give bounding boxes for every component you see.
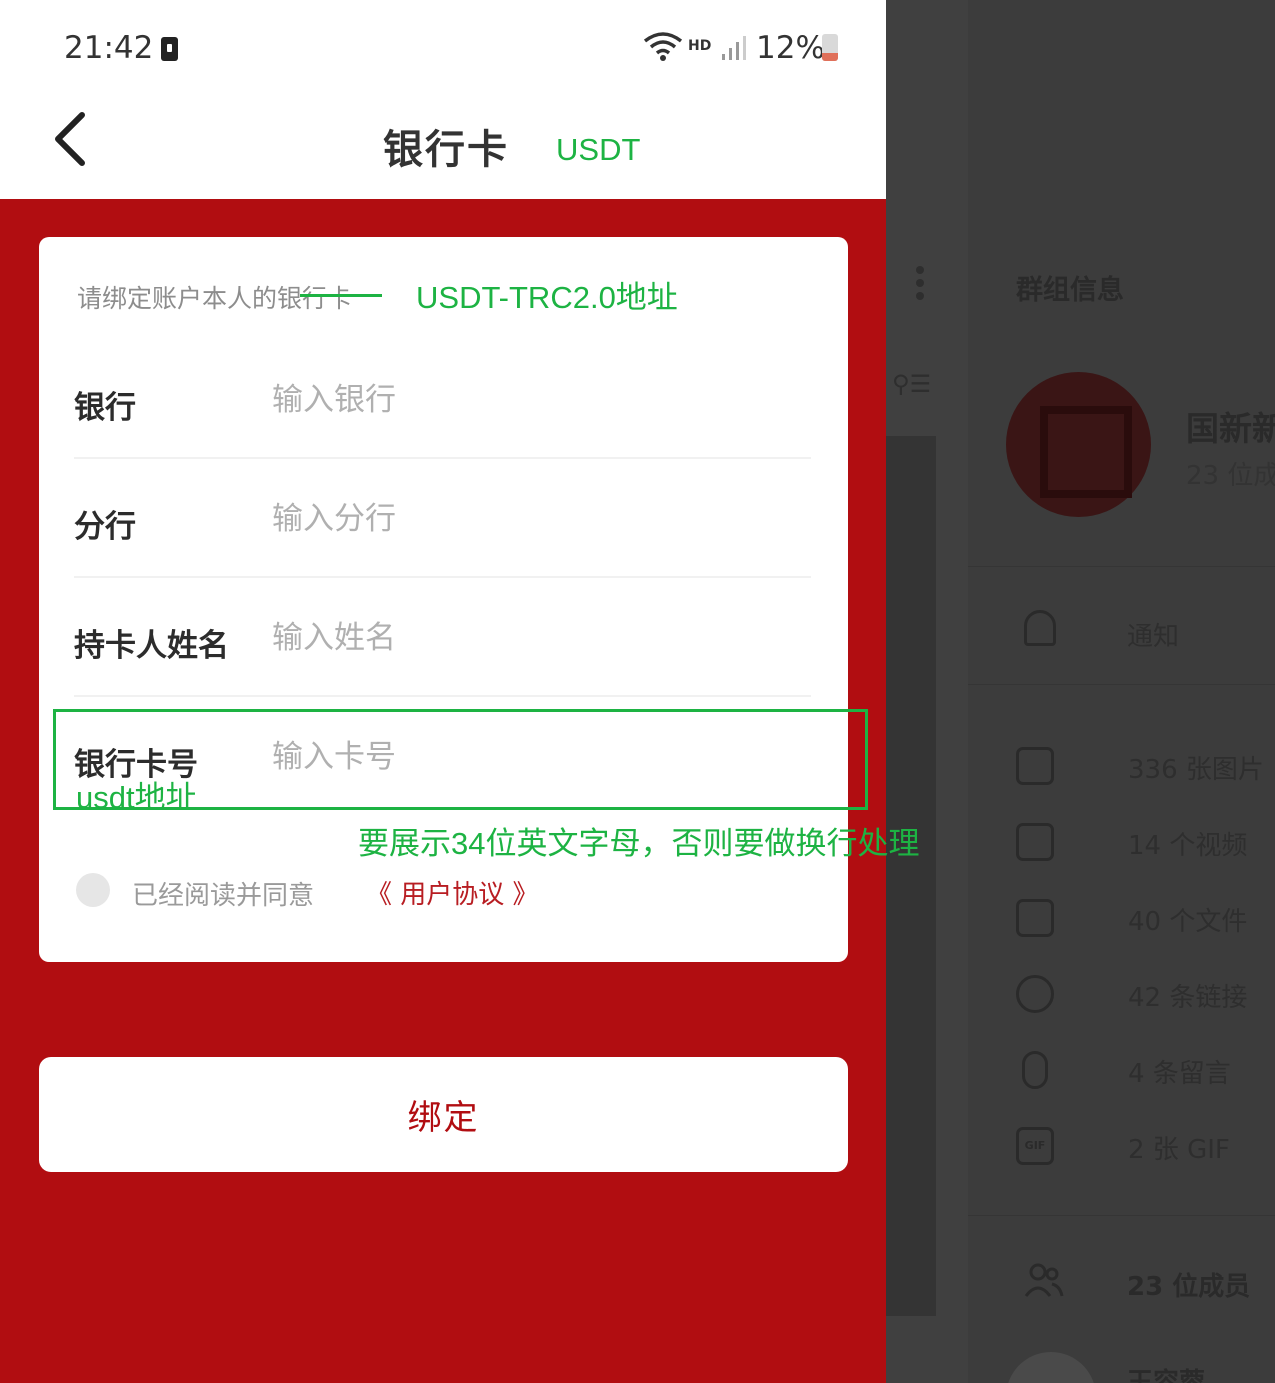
media-item-files: 40 个文件 bbox=[1016, 897, 1275, 941]
divider bbox=[968, 566, 1275, 567]
back-button[interactable] bbox=[44, 109, 100, 169]
agreement-text: 已经阅读并同意 bbox=[132, 881, 315, 911]
field-label-bank: 银行 bbox=[74, 390, 136, 426]
group-name: 国新新 bbox=[1186, 409, 1275, 448]
group-avatar bbox=[1006, 372, 1151, 517]
video-icon bbox=[1016, 823, 1054, 861]
members-icon bbox=[1024, 1263, 1064, 1297]
annotation-strikethrough bbox=[300, 294, 382, 297]
chat-preview bbox=[886, 436, 936, 1316]
divider bbox=[968, 1215, 1275, 1216]
group-member-count: 23 位成 bbox=[1186, 461, 1275, 491]
media-item-label: 2 张 GIF bbox=[1128, 1135, 1230, 1165]
nav-bar: 银行卡 bbox=[0, 95, 886, 199]
bind-button[interactable]: 绑定 bbox=[39, 1057, 848, 1172]
members-count: 23 位成员 bbox=[1127, 1272, 1251, 1302]
member-avatar bbox=[1006, 1352, 1096, 1383]
form-hint: 请绑定账户本人的银行卡 bbox=[77, 284, 353, 313]
field-row-holder: 持卡人姓名 bbox=[74, 578, 811, 697]
media-item-label: 14 个视频 bbox=[1128, 831, 1248, 861]
annotation-title-usdt: USDT bbox=[556, 132, 641, 167]
media-item-label: 40 个文件 bbox=[1128, 907, 1248, 937]
wifi-icon bbox=[643, 32, 683, 61]
member-name: 王容蓉 bbox=[1127, 1368, 1206, 1383]
battery-percent: 12% bbox=[756, 30, 825, 66]
background-group-info-panel: ⚲☰ 群组信息 国新新 23 位成 通知 336 张图片 14 个视频 40 个… bbox=[886, 0, 1275, 1383]
mic-icon bbox=[1022, 1051, 1048, 1089]
phone-screen: 21:42 HD 12% 银行卡 请绑定账户本人的银行卡 银行 输入银行 分行 … bbox=[0, 0, 886, 1383]
field-label-holder: 持卡人姓名 bbox=[74, 628, 229, 664]
notification-item: 通知 bbox=[1127, 622, 1180, 652]
agreement-checkbox[interactable] bbox=[76, 873, 110, 907]
page-title: 银行卡 bbox=[383, 127, 509, 173]
media-item-label: 4 条留言 bbox=[1128, 1059, 1231, 1089]
media-item-label: 42 条链接 bbox=[1128, 983, 1248, 1013]
chevron-left-icon bbox=[55, 112, 85, 166]
media-item-videos: 14 个视频 bbox=[1016, 821, 1275, 865]
gif-icon: GIF bbox=[1016, 1127, 1054, 1165]
branch-input[interactable] bbox=[272, 493, 792, 545]
holder-name-input[interactable] bbox=[272, 612, 792, 664]
more-icon bbox=[916, 266, 924, 300]
annotation-note: 要展示34位英文字母，否则要做换行处理 bbox=[358, 826, 920, 861]
media-item-voice: 4 条留言 bbox=[1016, 1049, 1275, 1093]
link-icon bbox=[1016, 975, 1054, 1013]
field-row-bank: 银行 bbox=[74, 340, 811, 459]
status-time: 21:42 bbox=[64, 30, 154, 66]
battery-icon bbox=[822, 34, 838, 61]
chat-strip: ⚲☰ bbox=[886, 0, 968, 1383]
group-info-title: 群组信息 bbox=[1016, 275, 1124, 306]
signal-icon bbox=[722, 36, 746, 60]
lock-icon bbox=[161, 37, 178, 61]
divider bbox=[968, 684, 1275, 685]
annotation-usdt-address: usdt地址 bbox=[76, 780, 197, 815]
field-label-branch: 分行 bbox=[74, 509, 136, 545]
annotation-hint-trc20: USDT-TRC2.0地址 bbox=[416, 280, 678, 315]
bank-input[interactable] bbox=[272, 374, 792, 426]
file-icon bbox=[1016, 899, 1054, 937]
media-item-label: 336 张图片 bbox=[1128, 755, 1264, 785]
pin-icon: ⚲☰ bbox=[892, 370, 932, 398]
field-row-branch: 分行 bbox=[74, 459, 811, 578]
status-bar: 21:42 HD 12% bbox=[0, 0, 886, 95]
user-agreement-link[interactable]: 《 用户协议 》 bbox=[366, 874, 539, 911]
media-item-links: 42 条链接 bbox=[1016, 973, 1275, 1017]
image-icon bbox=[1016, 747, 1054, 785]
network-label: HD bbox=[688, 38, 712, 54]
media-item-gif: GIF 2 张 GIF bbox=[1016, 1125, 1275, 1169]
media-item-images: 336 张图片 bbox=[1016, 745, 1275, 789]
bell-icon bbox=[1024, 610, 1056, 646]
